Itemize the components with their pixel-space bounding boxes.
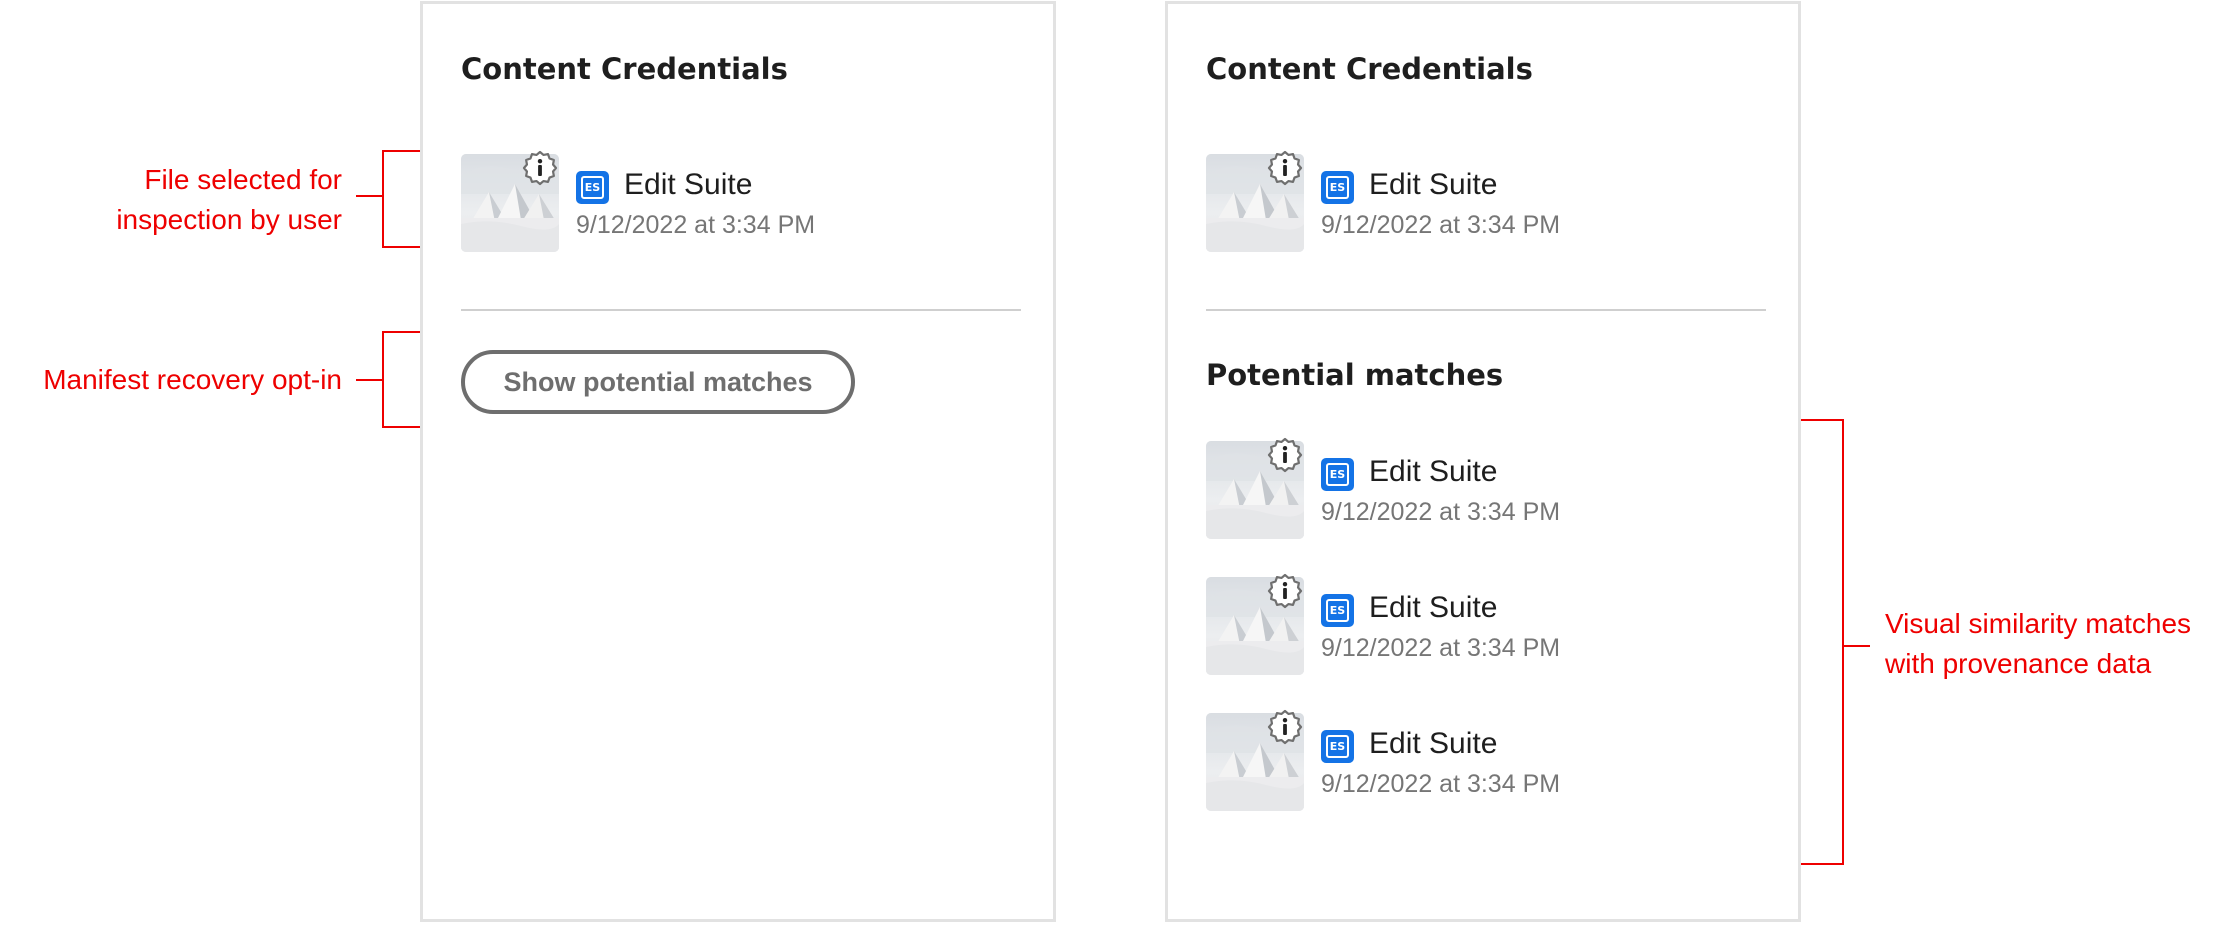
app-name: Edit Suite [1369,727,1498,760]
match-card[interactable]: ES Edit Suite 9/12/2022 at 3:34 PM [1206,709,1766,811]
app-icon-label: ES [1326,599,1349,622]
app-name: Edit Suite [1369,455,1498,488]
app-name: Edit Suite [624,168,753,201]
app-name: Edit Suite [1369,168,1498,201]
app-icon-label: ES [1326,463,1349,486]
edit-suite-app-icon: ES [1321,171,1354,204]
timestamp: 9/12/2022 at 3:34 PM [1321,498,1561,526]
info-badge-icon [522,150,558,186]
edit-suite-app-icon: ES [1321,458,1354,491]
annotation-file-selected: File selected for inspection by user [116,160,342,240]
annotation-line: File selected for [144,164,342,195]
divider [1206,309,1766,311]
selected-file-card[interactable]: ES Edit Suite 9/12/2022 at 3:34 PM [461,150,1021,252]
timestamp: 9/12/2022 at 3:34 PM [1321,634,1561,662]
edit-suite-app-icon: ES [1321,730,1354,763]
annotation-line: with provenance data [1885,648,2152,679]
annotation-visual-similarity: Visual similarity matches with provenanc… [1885,604,2191,684]
timestamp: 9/12/2022 at 3:34 PM [1321,211,1561,239]
info-badge-icon [1267,573,1303,609]
annotation-manifest-recovery: Manifest recovery opt-in [43,364,342,395]
edit-suite-app-icon: ES [576,171,609,204]
app-name: Edit Suite [1369,591,1498,624]
match-card[interactable]: ES Edit Suite 9/12/2022 at 3:34 PM [1206,573,1766,675]
timestamp: 9/12/2022 at 3:34 PM [576,211,816,239]
potential-matches-heading: Potential matches [1206,358,1504,392]
content-credentials-panel-before: Content Credentials ES Edit Suite 9/12/2… [420,1,1056,922]
panel-title: Content Credentials [1206,52,1533,86]
selected-file-card[interactable]: ES Edit Suite 9/12/2022 at 3:34 PM [1206,150,1766,252]
panel-title: Content Credentials [461,52,788,86]
annotation-brackets [356,150,1870,865]
app-icon-label: ES [1326,735,1349,758]
app-icon-label: ES [1326,176,1349,199]
annotation-line: inspection by user [116,204,342,235]
match-card[interactable]: ES Edit Suite 9/12/2022 at 3:34 PM [1206,437,1766,539]
timestamp: 9/12/2022 at 3:34 PM [1321,770,1561,798]
app-icon-label: ES [581,176,604,199]
edit-suite-app-icon: ES [1321,594,1354,627]
annotation-line: Visual similarity matches [1885,608,2192,639]
info-badge-icon [1267,150,1303,186]
divider [461,309,1021,311]
info-badge-icon [1267,437,1303,473]
show-potential-matches-button[interactable]: Show potential matches [461,350,855,414]
info-badge-icon [1267,709,1303,745]
content-credentials-panel-after: Content Credentials ES Edit Suite 9/12/2… [1165,1,1801,922]
